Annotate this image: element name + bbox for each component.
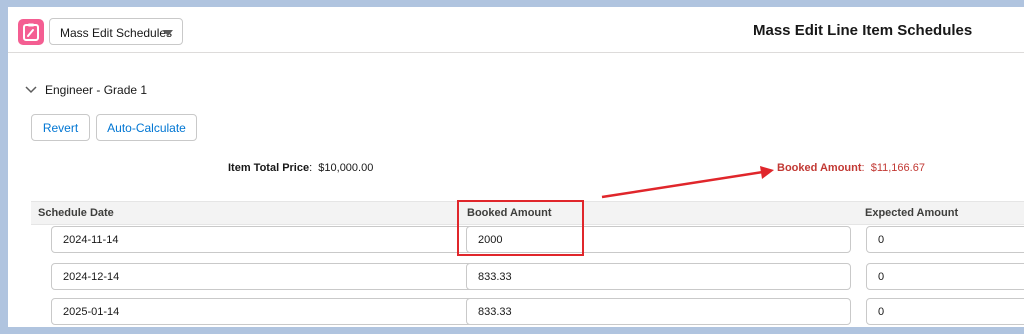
item-total-price: Item Total Price: $10,000.00 — [228, 162, 374, 174]
chevron-down-icon — [163, 30, 173, 36]
column-header-booked-amount: Booked Amount — [467, 207, 552, 219]
expected-amount-input[interactable] — [866, 298, 1024, 325]
section-title: Engineer - Grade 1 — [45, 83, 148, 97]
schedule-date-input[interactable] — [51, 263, 475, 290]
item-total-label: Item Total Price — [228, 162, 310, 174]
booked-amount-total: Booked Amount: $11,166.67 — [777, 162, 925, 174]
table-row — [31, 298, 1024, 334]
app-panel: Mass Edit Schedules Mass Edit Line Item … — [8, 7, 1024, 327]
page-title: Mass Edit Line Item Schedules — [753, 22, 973, 39]
booked-amount-value: $11,166.67 — [870, 162, 925, 174]
revert-button[interactable]: Revert — [31, 114, 90, 141]
page-header: Mass Edit Schedules Mass Edit Line Item … — [8, 7, 1024, 53]
clipboard-icon — [18, 19, 44, 45]
list-view-label: Mass Edit Schedules — [60, 26, 173, 40]
table-row — [31, 263, 1024, 299]
expected-amount-input[interactable] — [866, 263, 1024, 290]
table-row — [31, 226, 1024, 262]
list-view-selector[interactable]: Mass Edit Schedules — [49, 18, 183, 45]
chevron-down-icon — [25, 86, 37, 94]
booked-amount-input[interactable] — [466, 226, 851, 253]
booked-amount-input[interactable] — [466, 263, 851, 290]
schedule-date-input[interactable] — [51, 298, 475, 325]
item-total-value: $10,000.00 — [318, 162, 374, 174]
column-header-expected-amount: Expected Amount — [865, 207, 959, 219]
schedule-date-input[interactable] — [51, 226, 475, 253]
booked-amount-label: Booked Amount — [777, 162, 862, 174]
auto-calculate-button[interactable]: Auto-Calculate — [96, 114, 197, 141]
column-header-schedule-date: Schedule Date — [38, 207, 114, 219]
booked-amount-input[interactable] — [466, 298, 851, 325]
expected-amount-input[interactable] — [866, 226, 1024, 253]
table-header: Schedule Date Booked Amount Expected Amo… — [31, 201, 1024, 225]
